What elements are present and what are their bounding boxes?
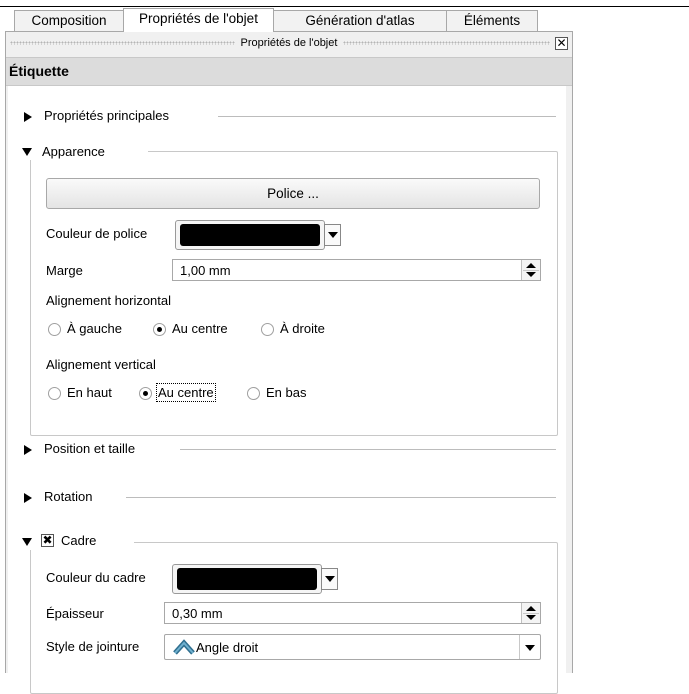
thickness-spinbox[interactable]: 0,30 mm (164, 602, 541, 624)
font-color-dropdown[interactable] (324, 224, 341, 246)
frame-checkbox[interactable]: ✖ (41, 534, 54, 547)
h-align-center-radio[interactable] (153, 323, 166, 336)
group-position-size[interactable]: Position et taille (44, 441, 135, 456)
expand-arrow-icon[interactable] (24, 445, 32, 455)
collapse-arrow-icon[interactable] (22, 148, 32, 156)
margin-spin-arrows[interactable] (521, 260, 540, 280)
group-appearance[interactable]: Apparence (42, 144, 105, 159)
chevron-down-icon[interactable] (519, 635, 540, 659)
group-divider (126, 497, 556, 498)
dock-title: Propriétés de l'objet (6, 37, 572, 49)
group-main-properties[interactable]: Propriétés principales (44, 108, 169, 123)
item-properties-panel: Propriétés de l'objet ✕ Étiquette Propri… (5, 31, 573, 694)
miter-join-icon (173, 639, 195, 658)
h-align-right-radio[interactable] (261, 323, 274, 336)
v-align-center-label[interactable]: Au centre (156, 383, 216, 402)
dock-title-bar[interactable]: Propriétés de l'objet ✕ (6, 34, 572, 54)
properties-content: Propriétés principales Apparence Police … (8, 86, 566, 694)
v-align-label: Alignement vertical (46, 357, 156, 372)
join-style-value: Angle droit (196, 640, 259, 655)
v-align-top-label[interactable]: En haut (67, 385, 112, 400)
expand-arrow-icon[interactable] (24, 112, 32, 122)
join-style-label: Style de jointure (46, 639, 140, 654)
font-button[interactable]: Police ... (46, 178, 540, 209)
v-align-bottom-radio[interactable] (247, 387, 260, 400)
join-style-combobox[interactable]: Angle droit (164, 634, 541, 660)
h-align-label: Alignement horizontal (46, 293, 172, 308)
tab-composition[interactable]: Composition (14, 10, 124, 31)
h-align-left-label[interactable]: À gauche (67, 321, 122, 336)
frame-color-swatch (177, 568, 317, 590)
thickness-value: 0,30 mm (172, 606, 223, 621)
tab-item-properties[interactable]: Propriétés de l'objet (123, 8, 274, 32)
h-align-center-label[interactable]: Au centre (172, 321, 228, 336)
thickness-spin-arrows[interactable] (521, 603, 540, 623)
v-align-bottom-label[interactable]: En bas (266, 385, 306, 400)
tab-atlas-generation[interactable]: Génération d'atlas (273, 10, 447, 31)
close-icon[interactable]: ✕ (555, 37, 568, 50)
group-divider (180, 449, 556, 450)
margin-spinbox[interactable]: 1,00 mm (172, 259, 541, 281)
margin-label: Marge (46, 263, 83, 278)
frame-color-dropdown[interactable] (321, 568, 338, 590)
h-align-left-radio[interactable] (48, 323, 61, 336)
v-align-center-radio[interactable] (139, 387, 152, 400)
frame-color-label: Couleur du cadre (46, 570, 146, 585)
frame-color-button[interactable] (172, 564, 322, 594)
margin-value: 1,00 mm (180, 263, 231, 278)
group-frame[interactable]: Cadre (61, 533, 96, 548)
font-color-label: Couleur de police (46, 226, 148, 241)
group-rotation[interactable]: Rotation (44, 489, 92, 504)
h-align-right-label[interactable]: À droite (280, 321, 325, 336)
group-divider (218, 116, 556, 117)
thickness-label: Épaisseur (46, 606, 104, 621)
collapse-arrow-icon[interactable] (22, 538, 32, 546)
section-title: Étiquette (6, 57, 572, 86)
font-color-button[interactable] (175, 220, 325, 250)
tab-items[interactable]: Éléments (446, 10, 538, 31)
top-border (0, 6, 689, 7)
font-color-swatch (180, 224, 320, 246)
expand-arrow-icon[interactable] (24, 493, 32, 503)
v-align-top-radio[interactable] (48, 387, 61, 400)
